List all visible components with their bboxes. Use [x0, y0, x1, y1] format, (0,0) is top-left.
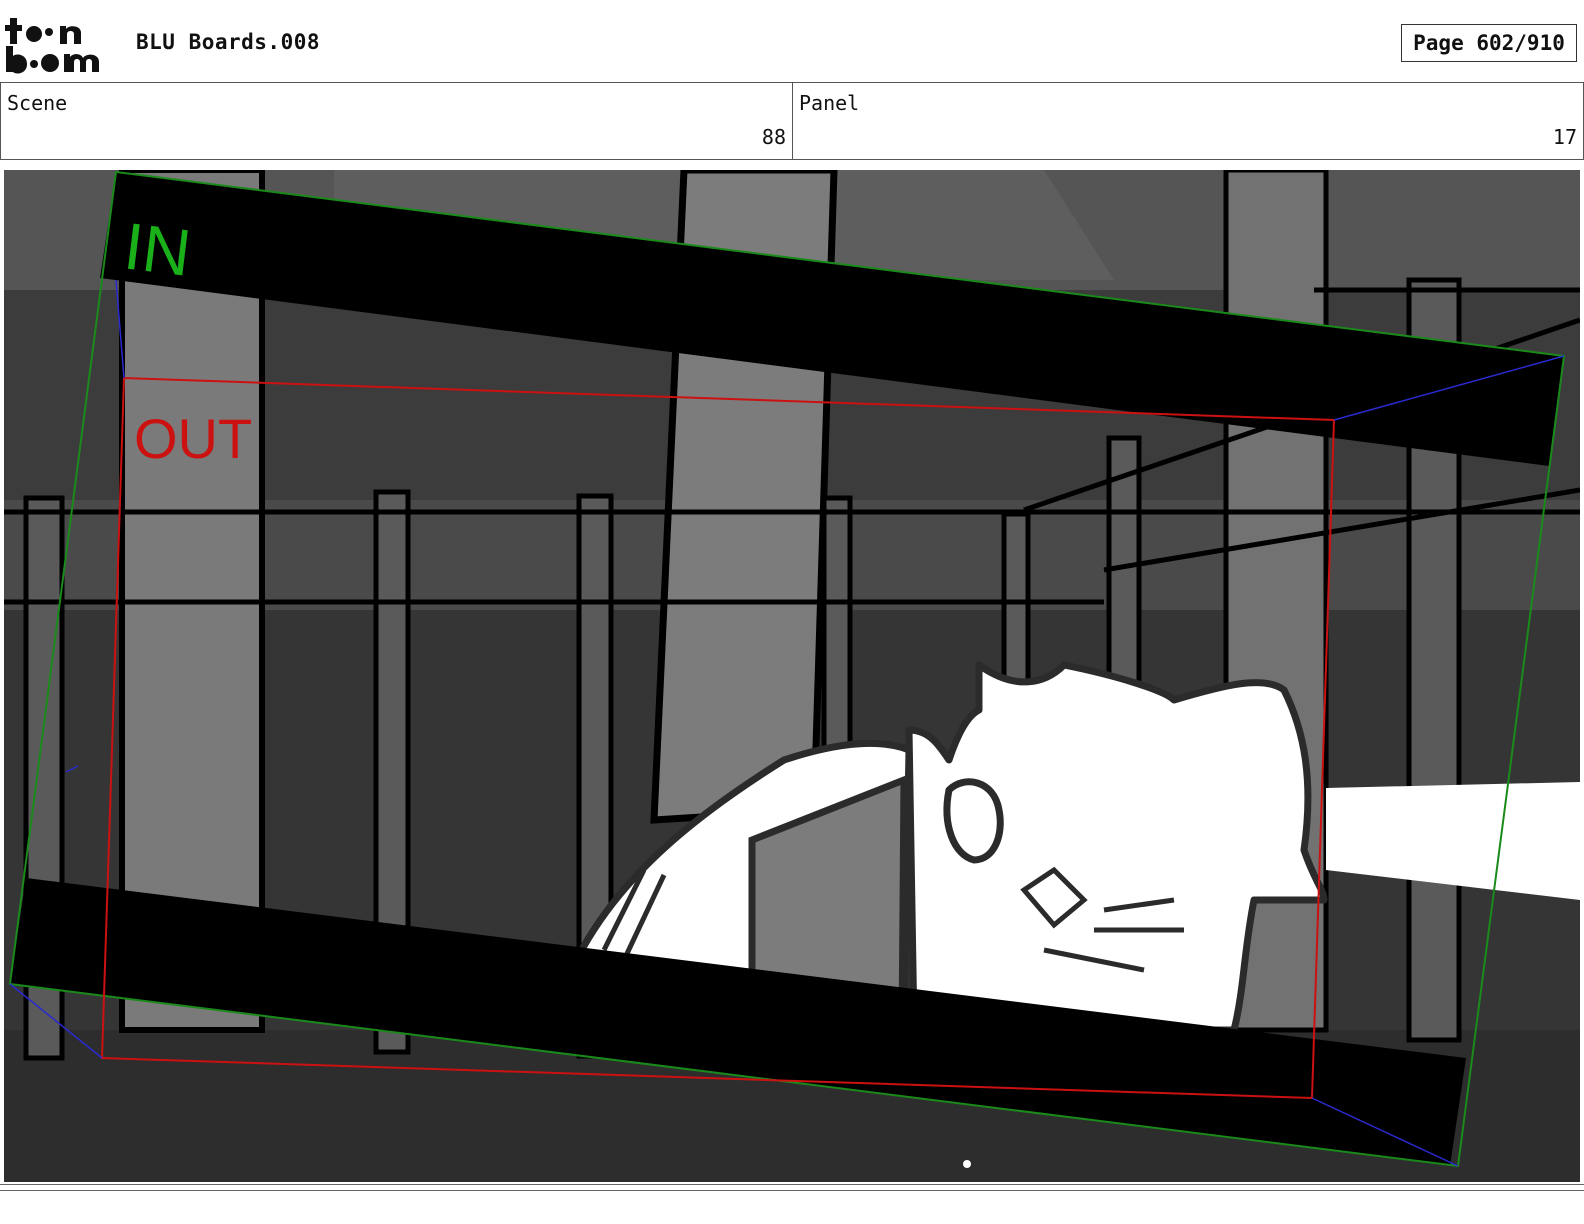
scene-label: Scene — [7, 91, 68, 115]
panel-label: Panel — [799, 91, 860, 115]
scene-panel-info-row: Scene 88 Panel 17 — [0, 82, 1584, 160]
storyboard-panel-image: IN OUT — [4, 170, 1580, 1182]
panel-cell: Panel 17 — [792, 83, 1584, 159]
panel-number: 17 — [1552, 125, 1577, 149]
footer-rule-top — [0, 1184, 1584, 1185]
scene-number: 88 — [761, 125, 786, 149]
header: BLU Boards.008 Page 602/910 — [0, 0, 1584, 82]
footer-rule-bottom — [0, 1190, 1584, 1191]
pivot-dot — [963, 1160, 971, 1168]
toon-boom-logo — [5, 18, 99, 74]
document-title: BLU Boards.008 — [136, 30, 321, 54]
page-counter: Page 602/910 — [1401, 24, 1577, 62]
scene-cell: Scene 88 — [0, 83, 792, 159]
in-frame-label: IN — [120, 208, 195, 289]
storyboard-drawing: IN OUT — [4, 170, 1580, 1182]
out-frame-label: OUT — [134, 407, 252, 470]
